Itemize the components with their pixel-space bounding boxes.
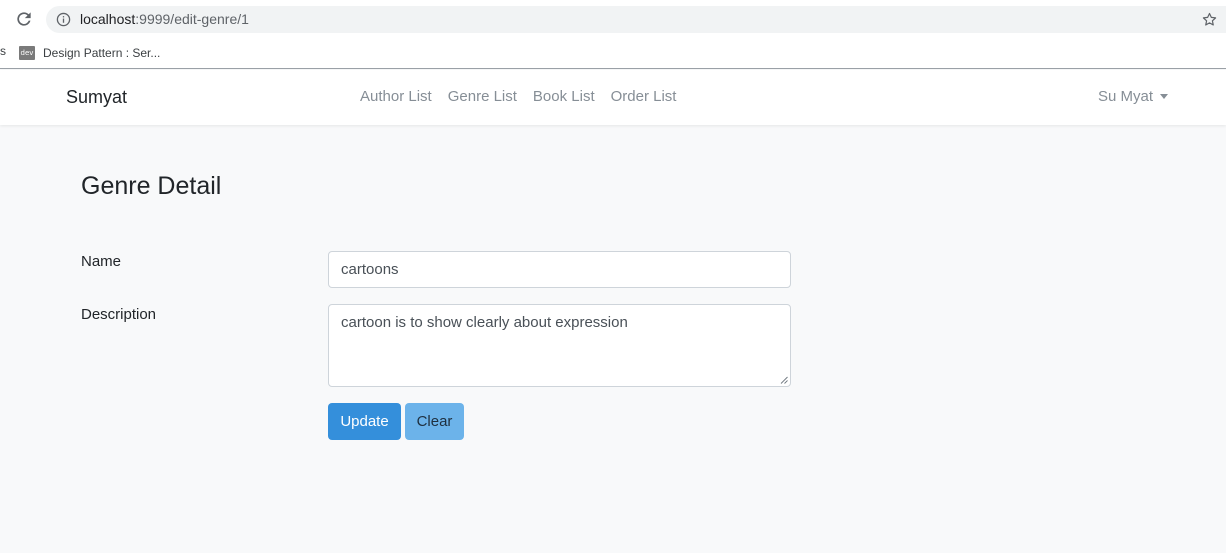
url-path: :9999/edit-genre/1	[135, 11, 249, 27]
description-textarea[interactable]: cartoon is to show clearly about express…	[328, 304, 791, 387]
info-icon[interactable]	[56, 12, 71, 27]
user-name: Su Myat	[1097, 88, 1153, 105]
dev-icon: dev	[19, 46, 35, 60]
bookmarks-bar: s dev Design Pattern : Ser...	[0, 38, 1226, 69]
description-label: Description	[81, 306, 157, 323]
nav-link-book-list[interactable]: Book List	[525, 88, 603, 105]
nav-links: Author List Genre List Book List Order L…	[352, 88, 684, 105]
nav-link-author-list[interactable]: Author List	[352, 88, 440, 105]
caret-down-icon	[1160, 94, 1168, 99]
app-navbar: Sumyat Author List Genre List Book List …	[0, 70, 1226, 125]
resize-handle-icon[interactable]	[780, 376, 788, 384]
address-bar[interactable]: localhost:9999/edit-genre/1	[46, 6, 1226, 33]
name-input[interactable]: cartoons	[328, 251, 791, 288]
name-label: Name	[81, 253, 122, 270]
bookmark-label: Design Pattern : Ser...	[43, 46, 161, 60]
star-icon[interactable]	[1201, 11, 1218, 28]
description-text: cartoon is to show clearly about express…	[341, 314, 628, 331]
url-host: localhost	[80, 11, 136, 27]
clear-button[interactable]: Clear	[405, 403, 464, 440]
browser-toolbar: localhost:9999/edit-genre/1	[0, 0, 1226, 38]
update-button[interactable]: Update	[328, 403, 401, 440]
url-text: localhost:9999/edit-genre/1	[80, 11, 249, 27]
bookmark-fragment[interactable]: s	[0, 44, 6, 58]
nav-link-order-list[interactable]: Order List	[603, 88, 685, 105]
bookmark-design-pattern[interactable]: dev Design Pattern : Ser...	[19, 43, 160, 63]
brand-link[interactable]: Sumyat	[66, 87, 127, 108]
page-title: Genre Detail	[81, 172, 222, 200]
nav-link-genre-list[interactable]: Genre List	[440, 88, 525, 105]
user-dropdown[interactable]: Su Myat	[1098, 88, 1168, 105]
reload-icon[interactable]	[14, 9, 34, 29]
